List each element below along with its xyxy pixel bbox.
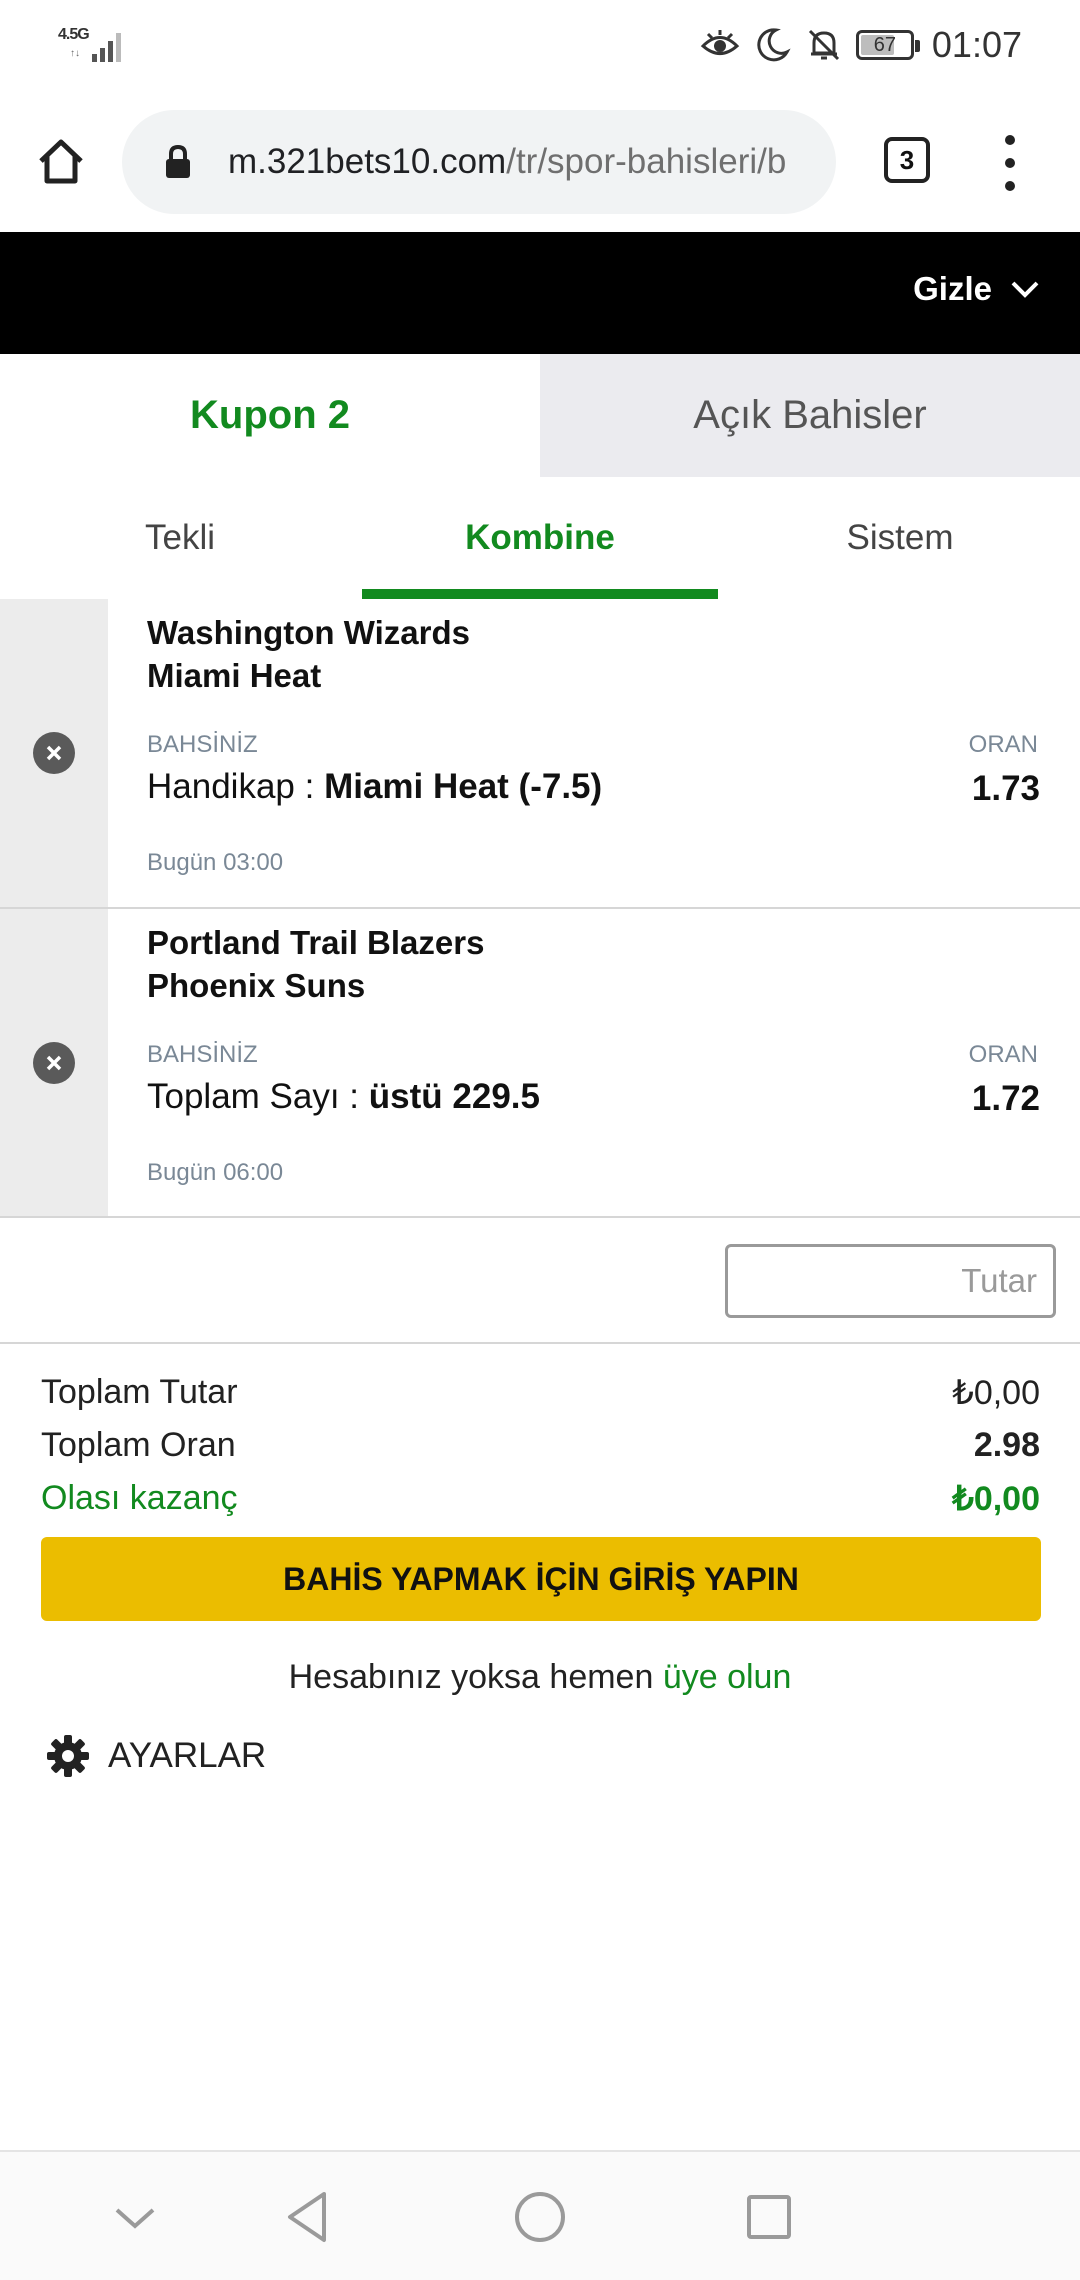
selection-item: Portland Trail Blazers Phoenix Suns BAHS… xyxy=(0,909,1080,1218)
bet-type-tabs: Tekli Kombine Sistem xyxy=(0,477,1080,599)
potential-win-label: Olası kazanç xyxy=(41,1479,238,1517)
status-bar: 4.5G ↑↓ 67 01:07 xyxy=(0,0,1080,95)
hide-label: Gizle xyxy=(913,270,992,307)
potential-win-value: ₺0,00 xyxy=(952,1479,1040,1518)
signal-indicator: 4.5G ↑↓ xyxy=(58,24,128,64)
network-type-label: 4.5G xyxy=(58,26,90,43)
total-odds-value: 2.98 xyxy=(973,1426,1040,1464)
betslip-header: Gizle xyxy=(0,232,1080,354)
potential-win-row: Olası kazanç ₺0,00 xyxy=(41,1472,1040,1525)
remove-selection-button[interactable] xyxy=(33,732,75,774)
tab-count: 3 xyxy=(899,144,915,175)
bet-summary: Toplam Tutar ₺0,00 Toplam Oran 2.98 Olas… xyxy=(41,1366,1040,1525)
total-odds-row: Toplam Oran 2.98 xyxy=(41,1419,1040,1472)
home-icon xyxy=(39,139,83,184)
tab-coupon-label: Kupon 2 xyxy=(190,393,350,437)
login-to-bet-button[interactable]: BAHİS YAPMAK İÇİN GİRİŞ YAPIN xyxy=(41,1537,1041,1621)
lock-icon xyxy=(166,144,190,178)
signup-link[interactable]: üye olun xyxy=(663,1658,792,1696)
event-time: Bugün 06:00 xyxy=(147,1159,284,1186)
stake-row xyxy=(0,1218,1080,1344)
signup-prompt: Hesabınız yoksa hemen üye olun xyxy=(0,1658,1080,1697)
clock: 01:07 xyxy=(931,24,1022,65)
battery-level: 67 xyxy=(873,33,897,56)
tab-combo-label: Kombine xyxy=(465,518,615,557)
selection-remove-area xyxy=(0,909,108,1216)
moon-icon xyxy=(757,28,791,62)
tab-switcher-button[interactable]: 3 xyxy=(884,137,930,183)
signup-text: Hesabınız yoksa hemen xyxy=(288,1658,654,1696)
chevron-down-icon xyxy=(115,2208,155,2229)
bell-off-icon xyxy=(808,29,839,61)
total-odds-label: Toplam Oran xyxy=(41,1426,236,1464)
hide-keyboard-button[interactable] xyxy=(102,2184,168,2250)
event-time: Bugün 03:00 xyxy=(147,849,284,876)
url-path: /tr/spor-bahisleri/b xyxy=(506,142,787,181)
remove-selection-button[interactable] xyxy=(33,1041,75,1084)
tab-open-bets[interactable]: Açık Bahisler xyxy=(540,354,1080,477)
home-team: Portland Trail Blazers xyxy=(147,924,485,961)
stake-input[interactable] xyxy=(725,1244,1056,1318)
market-text: Toplam Sayı : üstü 229.5 xyxy=(147,1077,540,1117)
hide-button[interactable]: Gizle xyxy=(913,270,1040,308)
bet-label: BAHSİNİZ xyxy=(147,1041,258,1068)
recents-button[interactable] xyxy=(736,2184,802,2250)
url-text: m.321bets10.com/tr/spor-bahisleri/b xyxy=(228,142,786,182)
selection-remove-area xyxy=(0,599,108,907)
battery-indicator: 67 xyxy=(855,30,920,60)
browser-toolbar: m.321bets10.com/tr/spor-bahisleri/b 3 xyxy=(0,95,1080,232)
close-icon xyxy=(46,745,62,761)
tab-coupon[interactable]: Kupon 2 xyxy=(0,354,540,477)
odds-label: ORAN xyxy=(968,731,1038,758)
coupon-tabs: Kupon 2 Açık Bahisler xyxy=(0,354,1080,477)
market-pick: Miami Heat (-7.5) xyxy=(324,767,603,806)
signal-bars-icon xyxy=(92,33,121,62)
market-pick: üstü 229.5 xyxy=(368,1077,540,1116)
chevron-down-icon xyxy=(1011,281,1039,298)
away-team: Phoenix Suns xyxy=(147,967,366,1004)
away-team: Miami Heat xyxy=(147,657,322,694)
back-icon xyxy=(288,2192,326,2242)
market-name: Toplam Sayı : xyxy=(147,1077,360,1116)
home-button[interactable] xyxy=(30,130,92,192)
gear-icon xyxy=(47,1735,89,1777)
back-button[interactable] xyxy=(274,2184,340,2250)
recents-icon xyxy=(747,2195,791,2239)
settings-label: AYARLAR xyxy=(108,1736,267,1775)
tab-single-label: Tekli xyxy=(144,518,216,557)
data-activity-label: ↑↓ xyxy=(70,48,80,59)
odds-label: ORAN xyxy=(968,1041,1038,1068)
odds-value: 1.72 xyxy=(971,1079,1040,1118)
close-icon xyxy=(46,1055,62,1070)
odds-value: 1.73 xyxy=(971,769,1040,808)
tab-open-bets-label: Açık Bahisler xyxy=(693,393,927,437)
bet-label: BAHSİNİZ xyxy=(147,731,258,758)
home-nav-button[interactable] xyxy=(507,2184,573,2250)
market-text: Handikap : Miami Heat (-7.5) xyxy=(147,767,602,807)
total-stake-label: Toplam Tutar xyxy=(41,1373,238,1411)
selection-item: Washington Wizards Miami Heat BAHSİNİZ O… xyxy=(0,599,1080,909)
total-stake-value: ₺0,00 xyxy=(952,1373,1040,1412)
circle-home-icon xyxy=(515,2192,565,2242)
tab-single[interactable]: Tekli xyxy=(0,477,360,599)
eye-icon xyxy=(700,30,740,55)
tab-combo[interactable]: Kombine xyxy=(360,477,720,599)
total-stake-row: Toplam Tutar ₺0,00 xyxy=(41,1366,1040,1419)
browser-menu-button[interactable] xyxy=(990,135,1030,191)
url-host: m.321bets10.com xyxy=(228,142,507,181)
settings-button[interactable]: AYARLAR xyxy=(46,1734,266,1778)
address-bar[interactable]: m.321bets10.com/tr/spor-bahisleri/b xyxy=(122,110,836,214)
home-team: Washington Wizards xyxy=(147,614,470,651)
market-name: Handikap : xyxy=(147,767,315,806)
tab-system-label: Sistem xyxy=(846,518,954,557)
system-nav-bar xyxy=(0,2150,1080,2280)
tab-system[interactable]: Sistem xyxy=(720,477,1080,599)
